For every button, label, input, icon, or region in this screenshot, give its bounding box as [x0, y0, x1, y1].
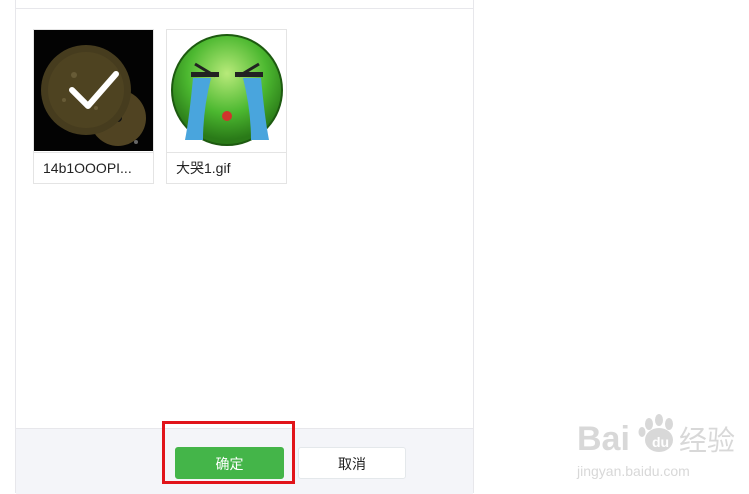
baidu-logo: Bai du 经验 jingyan.baidu.com	[576, 414, 735, 479]
image-thumbnail	[167, 30, 286, 151]
image-filename: 大哭1.gif	[167, 152, 286, 183]
dialog-footer: 确定 取消	[16, 428, 473, 494]
svg-text:jingyan.baidu.com: jingyan.baidu.com	[576, 463, 690, 479]
confirm-button[interactable]: 确定	[175, 447, 284, 479]
image-filename: 14b1OOOPI...	[34, 152, 153, 183]
image-item[interactable]: 大哭1.gif	[166, 29, 287, 184]
divider	[16, 8, 473, 9]
baidu-jingyan-watermark: Bai du 经验 jingyan.baidu.com	[575, 410, 745, 482]
check-icon	[69, 71, 119, 109]
crying-emoji-image	[167, 30, 286, 151]
svg-text:Bai: Bai	[577, 420, 630, 458]
svg-text:经验: 经验	[679, 424, 735, 457]
svg-text:du: du	[652, 434, 669, 450]
image-picker-dialog: 14b1OOOPI... 大哭1.gif 确定 取消	[15, 0, 474, 494]
cancel-button[interactable]: 取消	[298, 447, 406, 479]
image-item-selected[interactable]: 14b1OOOPI...	[33, 29, 154, 184]
image-thumbnail	[34, 30, 153, 151]
